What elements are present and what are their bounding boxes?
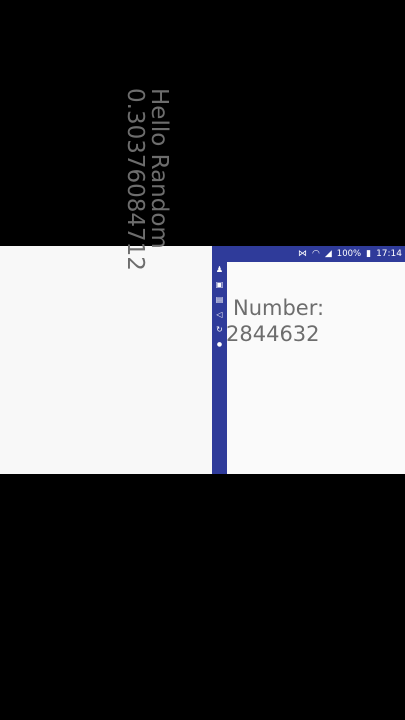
vibrate-icon: ⋈ <box>298 248 308 259</box>
hello-random-text: Hello Random <box>146 88 172 249</box>
battery-icon: ▮ <box>366 248 372 259</box>
status-bar: ⋈ ◠ ◢ 100% ▮ 17:14 <box>212 246 405 262</box>
user-icon[interactable]: ♟ <box>215 265 224 274</box>
battery-level: 100% <box>336 249 362 259</box>
signal-icon: ◢ <box>324 248 332 259</box>
sync-icon[interactable]: ↻ <box>215 325 224 334</box>
wifi-icon: ◠ <box>312 248 320 259</box>
rotated-content-pane <box>0 246 212 474</box>
clock: 17:14 <box>376 249 402 259</box>
navigation-strip: ◉ ♟ ▣ ▤ ◁ ↻ ● <box>212 246 227 474</box>
document-icon[interactable]: ▤ <box>215 295 224 304</box>
number-value: 2844632 <box>226 322 320 346</box>
window-icon[interactable]: ▣ <box>215 280 224 289</box>
sound-icon[interactable]: ◁ <box>215 310 224 319</box>
dot-icon: ● <box>216 341 223 348</box>
number-label: Number: <box>233 296 325 320</box>
random-number-text-rotated: 0.30376084712 <box>122 88 148 271</box>
app-screen: ◉ ♟ ▣ ▤ ◁ ↻ ● ⋈ ◠ ◢ 100% ▮ 17:14 Number:… <box>212 246 405 474</box>
